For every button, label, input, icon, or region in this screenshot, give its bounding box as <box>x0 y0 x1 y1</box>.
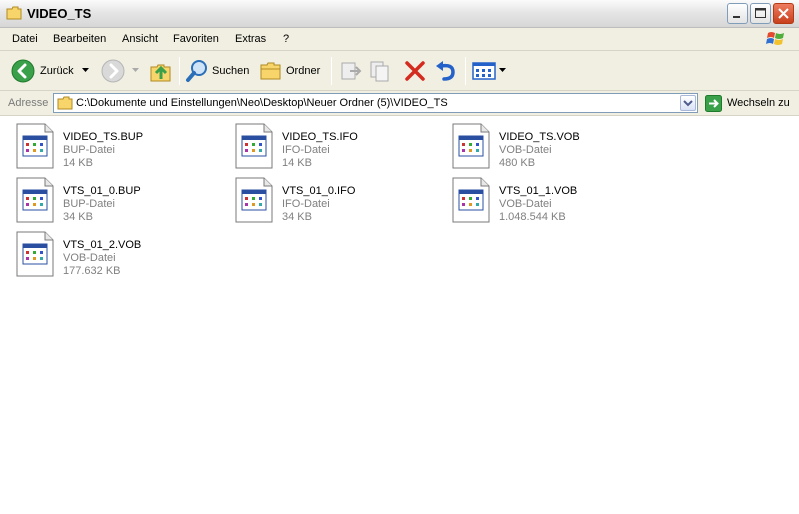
file-tile[interactable]: VIDEO_TS.IFO IFO-Datei 14 KB <box>234 122 444 172</box>
document-icon <box>16 177 54 223</box>
file-name: VTS_01_0.IFO <box>282 185 356 197</box>
address-input[interactable]: C:\Dokumente und Einstellungen\Neo\Deskt… <box>53 93 698 113</box>
folders-button[interactable]: Ordner <box>258 58 326 84</box>
close-icon <box>778 8 789 19</box>
document-icon <box>452 177 490 223</box>
delete-x-icon <box>405 61 425 81</box>
menu-ansicht[interactable]: Ansicht <box>122 33 158 45</box>
file-type: BUP-Datei <box>63 198 115 210</box>
go-arrow-icon[interactable] <box>705 95 722 112</box>
menu-datei[interactable]: Datei <box>12 33 38 45</box>
file-type: VOB-Datei <box>499 198 552 210</box>
file-type: IFO-Datei <box>282 198 330 210</box>
folder-up-icon <box>150 64 171 82</box>
document-icon <box>235 123 273 169</box>
back-button[interactable]: Zurück <box>10 58 92 84</box>
file-size: 177.632 KB <box>63 265 121 277</box>
chevron-down-icon <box>683 100 693 107</box>
file-name: VIDEO_TS.BUP <box>63 131 144 143</box>
file-type: VOB-Datei <box>499 144 552 156</box>
views-button[interactable] <box>471 58 507 84</box>
file-type: IFO-Datei <box>282 144 330 156</box>
folder-icon <box>6 6 22 20</box>
folder-icon <box>57 96 73 110</box>
file-name: VTS_01_0.BUP <box>63 185 141 197</box>
forward-button[interactable] <box>100 58 140 84</box>
windows-logo-icon <box>766 32 784 45</box>
menu-extras[interactable]: Extras <box>235 33 266 45</box>
file-name: VIDEO_TS.IFO <box>282 131 358 143</box>
file-tile[interactable]: VTS_01_0.IFO IFO-Datei 34 KB <box>234 176 444 226</box>
file-tile[interactable]: VTS_01_1.VOB VOB-Datei 1.048.544 KB <box>451 176 661 226</box>
views-icon <box>472 62 496 80</box>
address-bar: Adresse C:\Dokumente und Einstellungen\N… <box>0 91 799 116</box>
minimize-icon <box>733 16 740 18</box>
file-type: VOB-Datei <box>63 252 116 264</box>
minimize-button[interactable] <box>727 3 748 24</box>
chevron-down-icon[interactable] <box>82 68 89 73</box>
title-bar[interactable]: VIDEO_TS <box>0 0 799 28</box>
maximize-button[interactable] <box>750 3 771 24</box>
file-tile[interactable]: VIDEO_TS.BUP BUP-Datei 14 KB <box>15 122 225 172</box>
undo-icon <box>436 61 455 81</box>
move-to-button[interactable] <box>338 58 364 84</box>
file-tile[interactable]: VTS_01_2.VOB VOB-Datei 177.632 KB <box>15 230 225 280</box>
document-icon <box>452 123 490 169</box>
file-size: 480 KB <box>499 157 536 169</box>
menu-help[interactable]: ? <box>283 33 289 45</box>
copy-to-button[interactable] <box>368 58 394 84</box>
window-title: VIDEO_TS <box>27 6 92 21</box>
copy-to-icon <box>370 61 389 82</box>
file-type: BUP-Datei <box>63 144 115 156</box>
menu-bearbeiten[interactable]: Bearbeiten <box>53 33 106 45</box>
separator <box>465 57 466 85</box>
file-size: 14 KB <box>63 157 93 169</box>
file-name: VIDEO_TS.VOB <box>499 131 580 143</box>
address-path[interactable]: C:\Dokumente und Einstellungen\Neo\Deskt… <box>76 97 448 109</box>
file-size: 1.048.544 KB <box>499 211 566 223</box>
folders-label: Ordner <box>286 65 321 77</box>
search-icon <box>186 60 207 82</box>
file-size: 14 KB <box>282 157 312 169</box>
file-size: 34 KB <box>282 211 312 223</box>
file-name: VTS_01_1.VOB <box>499 185 578 197</box>
forward-arrow-icon <box>101 59 125 83</box>
menu-favoriten[interactable]: Favoriten <box>173 33 219 45</box>
toolbar: Zurück Suchen Ordner <box>0 51 799 91</box>
delete-button[interactable] <box>402 58 428 84</box>
up-folder-button[interactable] <box>148 58 174 84</box>
separator <box>179 57 180 85</box>
undo-button[interactable] <box>433 58 459 84</box>
file-tile[interactable]: VTS_01_0.BUP BUP-Datei 34 KB <box>15 176 225 226</box>
address-dropdown-button[interactable] <box>680 95 696 111</box>
maximize-icon <box>755 8 766 18</box>
address-label: Adresse <box>8 97 49 109</box>
search-label: Suchen <box>212 65 250 77</box>
back-label: Zurück <box>40 65 74 77</box>
document-icon <box>16 123 54 169</box>
move-to-icon <box>341 62 362 80</box>
separator <box>331 57 332 85</box>
folders-icon <box>260 62 281 80</box>
file-list-pane[interactable]: VIDEO_TS.BUP BUP-Datei 14 KB VIDEO_TS.IF… <box>0 117 799 514</box>
close-button[interactable] <box>773 3 794 24</box>
document-icon <box>235 177 273 223</box>
back-arrow-icon <box>11 59 35 83</box>
file-size: 34 KB <box>63 211 93 223</box>
chevron-down-icon[interactable] <box>132 68 139 73</box>
search-button[interactable]: Suchen <box>184 58 252 84</box>
chevron-down-icon[interactable] <box>499 68 506 73</box>
file-name: VTS_01_2.VOB <box>63 239 142 251</box>
go-button-label[interactable]: Wechseln zu <box>727 97 790 109</box>
document-icon <box>16 231 54 277</box>
menu-bar: Datei Bearbeiten Ansicht Favoriten Extra… <box>0 28 799 51</box>
file-tile[interactable]: VIDEO_TS.VOB VOB-Datei 480 KB <box>451 122 661 172</box>
